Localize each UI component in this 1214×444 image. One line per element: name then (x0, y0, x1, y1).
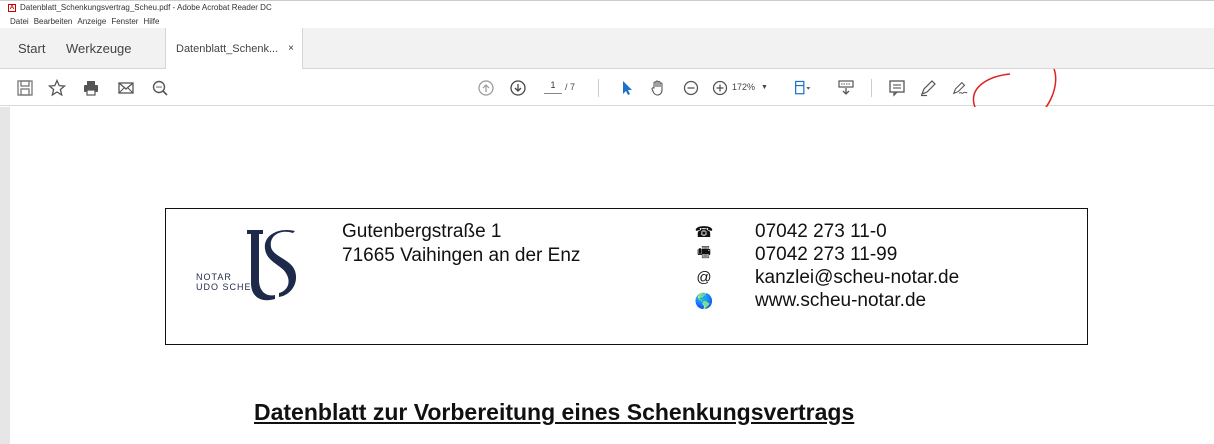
document-title: Datenblatt zur Vorbereitung eines Schenk… (254, 399, 855, 425)
comment-icon[interactable] (887, 78, 907, 98)
contact-email: @ kanzlei@scheu-notar.de (693, 266, 959, 289)
toolbar-separator (598, 79, 599, 97)
zoom-in-icon[interactable] (710, 78, 730, 98)
page-total: / 7 (565, 82, 576, 92)
menu-datei[interactable]: Datei (10, 17, 29, 26)
save-icon[interactable] (15, 78, 35, 98)
tab-document[interactable]: Datenblatt_Schenk... × (165, 28, 303, 69)
hand-icon[interactable] (648, 78, 668, 98)
contact-phone: ☎ 07042 273 11-0 (693, 220, 959, 243)
menu-bar: Datei Bearbeiten Anzeige Fenster Hilfe (0, 14, 1214, 28)
zoom-value: 172% (732, 82, 756, 92)
sign-icon[interactable] (950, 78, 970, 98)
menu-anzeige[interactable]: Anzeige (77, 17, 106, 26)
search-zoom-icon[interactable] (150, 78, 170, 98)
title-bar: A Datenblatt_Schenkungsvertrag_Scheu.pdf… (0, 0, 1214, 14)
email-icon[interactable] (116, 78, 136, 98)
address-block: Gutenbergstraße 1 71665 Vaihingen an der… (342, 220, 580, 268)
close-icon[interactable]: × (288, 43, 294, 54)
fit-page-icon[interactable] (793, 78, 813, 98)
print-icon[interactable] (81, 78, 101, 98)
contact-phone-text: 07042 273 11-0 (755, 220, 887, 242)
tab-document-label: Datenblatt_Schenk... (176, 42, 279, 55)
menu-hilfe[interactable]: Hilfe (143, 17, 159, 26)
globe-icon: 🌎 (694, 292, 714, 310)
window-title: Datenblatt_Schenkungsvertrag_Scheu.pdf -… (20, 3, 272, 12)
chevron-down-icon: ▼ (761, 83, 768, 91)
tab-start[interactable]: Start (18, 28, 45, 68)
notary-logo (247, 229, 297, 301)
contact-web-text: www.scheu-notar.de (755, 289, 927, 311)
page-up-icon[interactable] (476, 78, 496, 98)
fax-icon: 🖷 (696, 244, 712, 261)
zoom-out-icon[interactable] (681, 78, 701, 98)
star-icon[interactable] (47, 78, 67, 98)
page-down-icon[interactable] (508, 78, 528, 98)
toolbar: 1 / 7 172% ▼ (0, 69, 1214, 106)
phone-icon: ☎ (694, 223, 714, 241)
address-street: Gutenbergstraße 1 (342, 221, 502, 242)
logo-text: NOTAR UDO SCHEU (196, 272, 259, 292)
menu-fenster[interactable]: Fenster (111, 17, 138, 26)
address-city: 71665 Vaihingen an der Enz (342, 245, 581, 266)
keyboard-scroll-icon[interactable] (836, 78, 856, 98)
select-cursor-icon[interactable] (617, 78, 637, 98)
page-number-input[interactable]: 1 (544, 80, 562, 94)
contact-fax-text: 07042 273 11-99 (755, 243, 898, 265)
contact-block: ☎ 07042 273 11-0 🖷 07042 273 11-99 @ kan… (693, 220, 959, 312)
at-icon: @ (696, 269, 712, 286)
contact-web: 🌎 www.scheu-notar.de (693, 289, 959, 312)
logo-line-name: UDO SCHEU (196, 282, 260, 292)
contact-email-text: kanzlei@scheu-notar.de (755, 266, 960, 288)
highlight-pen-icon[interactable] (918, 78, 938, 98)
contact-fax: 🖷 07042 273 11-99 (693, 243, 959, 266)
left-gutter (0, 107, 10, 444)
acrobat-icon: A (8, 3, 16, 12)
tab-werkzeuge[interactable]: Werkzeuge (66, 28, 132, 68)
zoom-select[interactable]: 172% ▼ (732, 82, 768, 92)
toolbar-separator (871, 79, 872, 97)
tab-bar: Start Werkzeuge Datenblatt_Schenk... × (0, 28, 1214, 69)
logo-line-notar: NOTAR (196, 272, 232, 282)
menu-bearbeiten[interactable]: Bearbeiten (34, 17, 73, 26)
